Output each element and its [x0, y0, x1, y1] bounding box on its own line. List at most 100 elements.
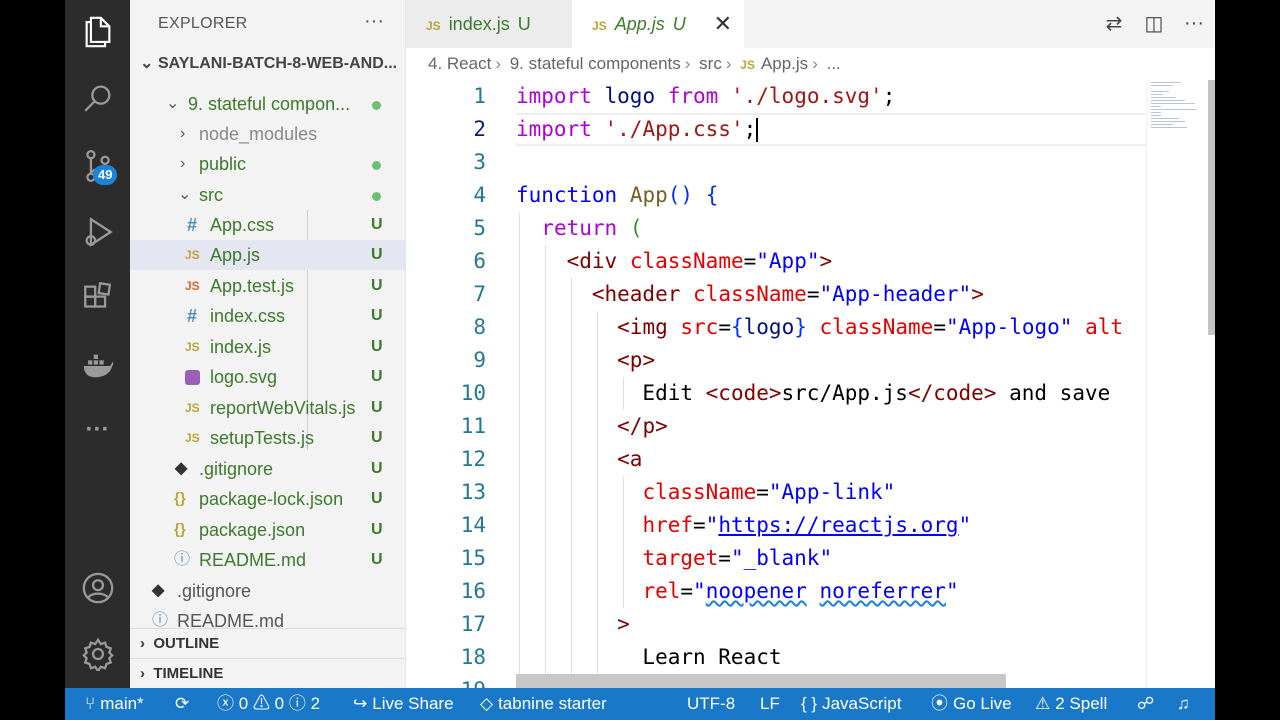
- tree-file-index-css[interactable]: # index.css U: [130, 301, 405, 331]
- braces-icon: { }: [801, 694, 818, 713]
- tree-label: public: [199, 154, 247, 174]
- line-number: 18: [460, 645, 486, 669]
- tree-label: App.css: [210, 215, 275, 235]
- js-file-icon: JS: [185, 248, 200, 262]
- feedback-icon[interactable]: ☍: [1137, 688, 1154, 720]
- spell-check-status[interactable]: ⚠ 2 Spell: [1035, 688, 1107, 720]
- tree-file-setup-tests[interactable]: JS setupTests.js U: [130, 423, 405, 453]
- problems-indicator[interactable]: ⓧ 0 ⚠ 0 ⓘ 2: [217, 688, 320, 720]
- tree-file-package-json[interactable]: {} package.json U: [130, 515, 405, 545]
- code-editor[interactable]: 1 2 3 4 5 6 7 8 9 10 11 12 13 14 15 16 1…: [406, 80, 1215, 688]
- breadcrumb-item[interactable]: App.js: [761, 54, 808, 73]
- account-icon[interactable]: [65, 558, 130, 618]
- info-count: 2: [310, 694, 321, 713]
- tree-file-app-js[interactable]: JS App.js U: [130, 240, 405, 270]
- line-number: 2: [473, 117, 486, 141]
- run-debug-icon[interactable]: [65, 202, 130, 262]
- tabnine-label: tabnine starter: [498, 694, 607, 713]
- go-live-button[interactable]: ⦿ Go Live: [931, 688, 1012, 720]
- files-icon[interactable]: [65, 2, 130, 62]
- error-icon: ⓧ: [217, 694, 239, 713]
- breadcrumb-separator: ›: [495, 54, 501, 73]
- line-number: 16: [460, 579, 486, 603]
- breadcrumb-item[interactable]: src: [699, 54, 722, 73]
- line-number: 7: [473, 282, 486, 306]
- eol-selector[interactable]: LF: [760, 688, 780, 720]
- tree-label: index.css: [210, 306, 286, 326]
- tree-file-root-gitignore[interactable]: ◆ .gitignore: [130, 576, 405, 606]
- split-editor-icon[interactable]: ◫: [1143, 12, 1165, 35]
- info-icon: ⓘ: [288, 694, 311, 713]
- code-line: <header className="App-header">: [591, 282, 984, 306]
- code-area[interactable]: import logo from './logo.svg'; import '.…: [516, 80, 1146, 688]
- minimap[interactable]: [1146, 80, 1208, 688]
- git-branch-icon: ⑂: [85, 694, 96, 713]
- tree-file-logo-svg[interactable]: logo.svg U: [130, 362, 405, 392]
- breadcrumb-item[interactable]: 4. React: [428, 54, 491, 73]
- tree-file-report-web-vitals[interactable]: JS reportWebVitals.js U: [130, 393, 405, 423]
- language-selector[interactable]: { } JavaScript: [801, 688, 901, 720]
- more-actions-icon[interactable]: ···: [1183, 12, 1205, 34]
- vertical-scrollbar[interactable]: [1208, 80, 1215, 335]
- chevron-down-icon: ⌄: [140, 55, 154, 72]
- git-status: U: [371, 216, 383, 233]
- horizontal-scrollbar[interactable]: [516, 674, 1006, 688]
- more-icon[interactable]: ···: [65, 400, 130, 460]
- tree-label: App.js: [210, 245, 261, 265]
- outline-section[interactable]: › OUTLINE: [130, 628, 405, 658]
- spell-label: 2 Spell: [1055, 694, 1108, 713]
- extensions-icon[interactable]: [65, 268, 130, 328]
- git-status: U: [371, 490, 383, 507]
- tree-folder-public[interactable]: › public: [130, 149, 405, 179]
- breadcrumb: 4. React › 9. stateful components › src › J…: [406, 48, 1215, 80]
- branch-indicator[interactable]: ⑂ main*: [85, 688, 144, 720]
- status-bar: ⑂ main* ⟳ ⓧ 0 ⚠ 0 ⓘ 2 ↪ Live Share ◇ tabnin…: [65, 688, 1215, 720]
- tab-index-js[interactable]: JS index.js U: [406, 0, 572, 48]
- tab-app-js[interactable]: JS App.js U ✕: [572, 0, 744, 48]
- search-icon[interactable]: [65, 68, 130, 128]
- tree-file-index-js[interactable]: JS index.js U: [130, 332, 405, 362]
- line-number: 4: [473, 183, 486, 207]
- code-line: <a: [617, 447, 643, 471]
- notifications-bell-icon[interactable]: ♫: [1177, 688, 1190, 720]
- timeline-label: TIMELINE: [153, 665, 224, 682]
- tree-folder-src[interactable]: ⌄ src: [130, 180, 405, 210]
- svg-file-icon: [185, 370, 200, 385]
- tree-file-package-lock[interactable]: {} package-lock.json U: [130, 484, 405, 514]
- breadcrumb-item[interactable]: ...: [827, 54, 841, 73]
- minimap-line: [1151, 100, 1185, 101]
- compare-changes-icon[interactable]: ⇄: [1103, 12, 1125, 35]
- tree-file-gitignore[interactable]: ◆ .gitignore U: [130, 454, 405, 484]
- test-file-icon: JS: [185, 279, 200, 293]
- activity-bar: 49 ···: [65, 0, 130, 688]
- settings-gear-icon[interactable]: [65, 624, 130, 684]
- line-number: 9: [473, 348, 486, 372]
- tree-file-readme[interactable]: ⓘ README.md U: [130, 545, 405, 575]
- breadcrumb-item[interactable]: 9. stateful components: [510, 54, 681, 73]
- live-share-button[interactable]: ↪ Live Share: [353, 688, 454, 720]
- encoding-selector[interactable]: UTF-8: [687, 688, 735, 720]
- tree-file-app-test-js[interactable]: JS App.test.js U: [130, 271, 405, 301]
- close-icon[interactable]: ✕: [714, 0, 732, 48]
- code-line: <div className="App">: [566, 249, 833, 273]
- tree-file-app-css[interactable]: # App.css U: [130, 210, 405, 240]
- status-dot: [372, 192, 381, 201]
- line-number: 5: [473, 216, 486, 240]
- tree-label: README.md: [199, 550, 307, 570]
- branch-name: main*: [100, 694, 144, 713]
- explorer-more-icon[interactable]: ···: [364, 10, 384, 33]
- timeline-section[interactable]: › TIMELINE: [130, 658, 405, 688]
- tree-folder-stateful-components[interactable]: ⌄ 9. stateful compon...: [130, 89, 405, 119]
- tree-label: App.test.js: [210, 276, 295, 296]
- status-dot: [372, 161, 381, 170]
- line-number: 14: [460, 513, 486, 537]
- tree-folder-node-modules[interactable]: › node_modules: [130, 119, 405, 149]
- sync-icon[interactable]: ⟳: [175, 688, 189, 720]
- minimap-line: [1151, 118, 1179, 119]
- tabnine-status[interactable]: ◇ tabnine starter: [480, 688, 607, 720]
- docker-icon[interactable]: [65, 336, 130, 396]
- js-file-icon: JS: [592, 19, 607, 33]
- minimap-line: [1151, 94, 1163, 95]
- code-line: className="App-link": [642, 480, 896, 504]
- project-root[interactable]: ⌄ SAYLANI-BATCH-8-WEB-AND...: [130, 46, 405, 82]
